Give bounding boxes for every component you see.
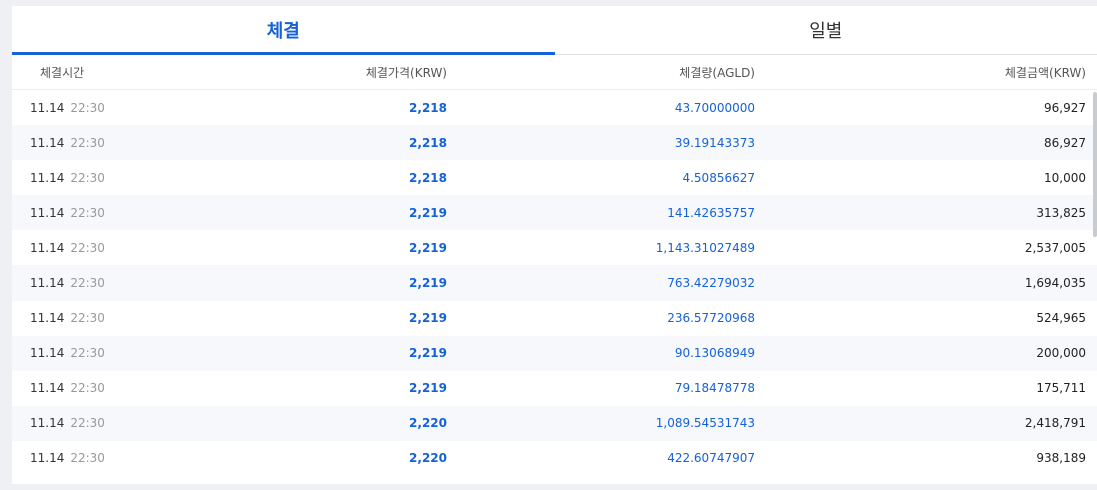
- cell-date: 11.14: [30, 451, 65, 466]
- cell-amount: 313,825: [1036, 205, 1086, 220]
- cell-date: 11.14: [30, 135, 65, 150]
- table-row: 11.14 22:30 2,219 79.18478778 175,711: [12, 371, 1097, 406]
- cell-price: 2,219: [409, 311, 447, 326]
- cell-volume: 4.50856627: [682, 170, 755, 185]
- cell-date: 11.14: [30, 381, 65, 396]
- cell-time: 11.14 22:30: [12, 381, 162, 395]
- table-row: 11.14 22:30 2,218 39.19143373 86,927: [12, 125, 1097, 161]
- cell-date: 11.14: [30, 416, 65, 431]
- cell-volume: 1,089.54531743: [655, 416, 755, 431]
- cell-time: 11.14 22:30: [12, 451, 162, 465]
- cell-price: 2,219: [409, 205, 447, 220]
- header-volume: 체결량(AGLD): [679, 65, 755, 80]
- table-row: 11.14 22:30 2,219 236.57720968 524,965: [12, 301, 1097, 336]
- cell-price: 2,219: [409, 381, 447, 396]
- cell-clock: 22:30: [70, 240, 105, 255]
- scrollbar-thumb[interactable]: [1093, 92, 1097, 237]
- cell-amount: 524,965: [1036, 311, 1086, 326]
- cell-time: 11.14 22:30: [12, 136, 162, 150]
- cell-amount: 96,927: [1044, 100, 1086, 115]
- table-row: 11.14 22:30 2,219 1,143.31027489 2,537,005: [12, 230, 1097, 265]
- cell-clock: 22:30: [70, 311, 105, 326]
- cell-date: 11.14: [30, 100, 65, 115]
- cell-price: 2,219: [409, 240, 447, 255]
- header-amount: 체결금액(KRW): [1004, 65, 1086, 80]
- cell-clock: 22:30: [70, 451, 105, 466]
- cell-volume: 236.57720968: [667, 311, 755, 326]
- cell-price: 2,219: [409, 346, 447, 361]
- cell-time: 11.14 22:30: [12, 206, 162, 220]
- cell-volume: 422.60747907: [667, 451, 755, 466]
- cell-price: 2,218: [409, 100, 447, 115]
- trade-history-panel: 체결 일별 체결시간 체결가격(KRW) 체결량(AGLD) 체결금액(KRW)…: [12, 6, 1097, 484]
- cell-time: 11.14 22:30: [12, 241, 162, 255]
- cell-date: 11.14: [30, 240, 65, 255]
- tab-daily[interactable]: 일별: [555, 6, 1097, 54]
- cell-clock: 22:30: [70, 135, 105, 150]
- cell-time: 11.14 22:30: [12, 276, 162, 290]
- cell-amount: 2,537,005: [1024, 240, 1086, 255]
- cell-clock: 22:30: [70, 100, 105, 115]
- table-row: 11.14 22:30 2,219 90.13068949 200,000: [12, 335, 1097, 371]
- cell-time: 11.14 22:30: [12, 171, 162, 185]
- cell-price: 2,219: [409, 276, 447, 291]
- tab-trades-label: 체결: [266, 21, 300, 42]
- cell-volume: 43.70000000: [674, 100, 755, 115]
- table-row: 11.14 22:30 2,218 43.70000000 96,927: [12, 90, 1097, 125]
- cell-amount: 1,694,035: [1024, 276, 1086, 291]
- cell-date: 11.14: [30, 346, 65, 361]
- cell-amount: 86,927: [1044, 135, 1086, 150]
- table-row: 11.14 22:30 2,218 4.50856627 10,000: [12, 160, 1097, 195]
- trade-rows[interactable]: 11.14 22:30 2,218 43.70000000 96,927 11.14 22:…: [12, 90, 1097, 484]
- table-row: 11.14 22:30 2,219 141.42635757 313,825: [12, 195, 1097, 231]
- cell-date: 11.14: [30, 170, 65, 185]
- tab-bar: 체결 일별: [12, 6, 1097, 55]
- cell-clock: 22:30: [70, 416, 105, 431]
- cell-clock: 22:30: [70, 205, 105, 220]
- table-row: 11.14 22:30 2,220 422.60747907 938,189: [12, 441, 1097, 476]
- cell-clock: 22:30: [70, 276, 105, 291]
- table-row: 11.14 22:30 2,219 763.42279032 1,694,035: [12, 265, 1097, 301]
- cell-date: 11.14: [30, 205, 65, 220]
- cell-volume: 141.42635757: [667, 205, 755, 220]
- cell-clock: 22:30: [70, 381, 105, 396]
- cell-volume: 39.19143373: [674, 135, 755, 150]
- scrollbar[interactable]: [1092, 90, 1097, 484]
- header-price: 체결가격(KRW): [365, 65, 447, 80]
- cell-amount: 10,000: [1044, 170, 1086, 185]
- cell-clock: 22:30: [70, 346, 105, 361]
- tab-daily-label: 일별: [809, 21, 843, 42]
- cell-date: 11.14: [30, 311, 65, 326]
- cell-price: 2,218: [409, 135, 447, 150]
- cell-time: 11.14 22:30: [12, 416, 162, 430]
- cell-time: 11.14 22:30: [12, 101, 162, 115]
- tab-trades[interactable]: 체결: [12, 6, 555, 55]
- cell-amount: 175,711: [1036, 381, 1086, 396]
- header-time: 체결시간: [40, 65, 85, 80]
- cell-volume: 763.42279032: [667, 276, 755, 291]
- cell-price: 2,218: [409, 170, 447, 185]
- cell-time: 11.14 22:30: [12, 311, 162, 325]
- cell-amount: 2,418,791: [1024, 416, 1086, 431]
- cell-date: 11.14: [30, 276, 65, 291]
- table-header: 체결시간 체결가격(KRW) 체결량(AGLD) 체결금액(KRW): [12, 55, 1097, 90]
- cell-volume: 90.13068949: [674, 346, 755, 361]
- cell-price: 2,220: [409, 416, 447, 431]
- cell-clock: 22:30: [70, 170, 105, 185]
- cell-volume: 79.18478778: [674, 381, 755, 396]
- cell-price: 2,220: [409, 451, 447, 466]
- table-row: 11.14 22:30 2,220 1,089.54531743 2,418,791: [12, 405, 1097, 441]
- cell-amount: 200,000: [1036, 346, 1086, 361]
- cell-amount: 938,189: [1036, 451, 1086, 466]
- cell-time: 11.14 22:30: [12, 346, 162, 360]
- cell-volume: 1,143.31027489: [655, 240, 755, 255]
